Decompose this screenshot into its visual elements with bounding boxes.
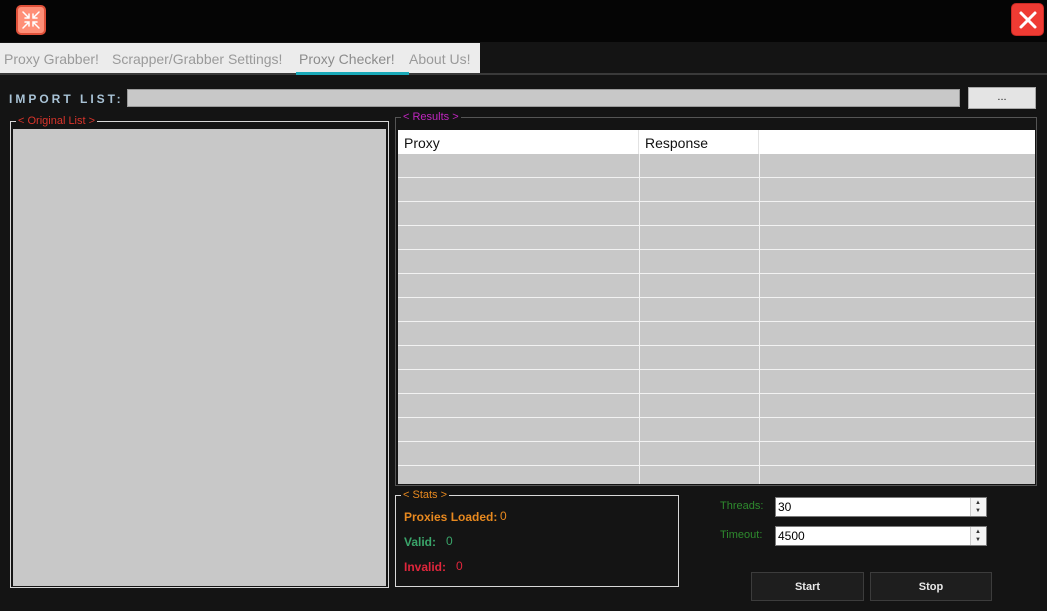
results-header: Proxy Response — [398, 130, 1035, 154]
invalid-value: 0 — [456, 559, 463, 573]
original-list-box[interactable] — [13, 129, 386, 586]
column-divider — [639, 154, 640, 484]
tab-divider — [0, 73, 1047, 75]
browse-button[interactable]: ... — [968, 87, 1036, 109]
table-row — [398, 273, 1035, 274]
original-list-legend: < Original List > — [16, 114, 98, 128]
table-row — [398, 225, 1035, 226]
table-row — [398, 465, 1035, 466]
table-row — [398, 321, 1035, 322]
table-row — [398, 201, 1035, 202]
spin-up-icon[interactable]: ▲ — [975, 499, 981, 507]
tab-scrapper-grabber-settings[interactable]: Scrapper/Grabber Settings! — [112, 43, 282, 73]
import-list-label: IMPORT LIST: — [9, 92, 124, 106]
threads-spin-buttons[interactable]: ▲ ▼ — [970, 498, 986, 516]
tab-proxy-grabber[interactable]: Proxy Grabber! — [4, 43, 99, 73]
title-bar — [0, 0, 1047, 42]
table-row — [398, 297, 1035, 298]
threads-stepper[interactable]: 30 ▲ ▼ — [775, 497, 987, 517]
threads-label: Threads: — [720, 500, 764, 512]
timeout-spin-buttons[interactable]: ▲ ▼ — [970, 527, 986, 545]
spin-down-icon[interactable]: ▼ — [975, 536, 981, 544]
timeout-label: Timeout: — [720, 529, 763, 541]
stats-legend: < Stats > — [401, 488, 450, 502]
column-header-extra[interactable] — [759, 130, 1035, 154]
valid-label: Valid: — [404, 535, 437, 549]
close-button[interactable] — [1011, 3, 1044, 36]
results-table[interactable]: Proxy Response — [398, 130, 1035, 484]
tab-about-us[interactable]: About Us! — [409, 43, 470, 73]
valid-value: 0 — [446, 534, 453, 548]
threads-value: 30 — [778, 500, 792, 514]
table-row — [398, 369, 1035, 370]
close-icon — [1019, 11, 1037, 29]
original-list-group: < Original List > — [10, 114, 389, 588]
timeout-value: 4500 — [778, 529, 805, 543]
start-button[interactable]: Start — [751, 572, 864, 601]
table-row — [398, 417, 1035, 418]
invalid-label: Invalid: — [404, 560, 447, 574]
compress-arrows-icon[interactable] — [16, 5, 46, 35]
spin-up-icon[interactable]: ▲ — [975, 528, 981, 536]
results-legend: < Results > — [401, 110, 461, 124]
timeout-stepper[interactable]: 4500 ▲ ▼ — [775, 526, 987, 546]
spin-down-icon[interactable]: ▼ — [975, 507, 981, 515]
active-tab-indicator — [296, 72, 409, 75]
stats-group: < Stats > Proxies Loaded: 0 Valid: 0 Inv… — [395, 488, 679, 587]
stop-button[interactable]: Stop — [870, 572, 992, 601]
table-row — [398, 177, 1035, 178]
proxies-loaded-value: 0 — [500, 509, 507, 523]
results-group: < Results > Proxy Response — [395, 110, 1037, 486]
table-row — [398, 393, 1035, 394]
table-row — [398, 345, 1035, 346]
import-list-field[interactable] — [127, 89, 960, 107]
column-header-proxy[interactable]: Proxy — [398, 130, 639, 154]
table-row — [398, 249, 1035, 250]
column-header-response[interactable]: Response — [639, 130, 759, 154]
column-divider — [759, 154, 760, 484]
tab-strip: Proxy Grabber! Scrapper/Grabber Settings… — [0, 43, 480, 73]
tab-proxy-checker[interactable]: Proxy Checker! — [299, 43, 395, 73]
table-row — [398, 441, 1035, 442]
proxies-loaded-label: Proxies Loaded: — [404, 510, 498, 524]
